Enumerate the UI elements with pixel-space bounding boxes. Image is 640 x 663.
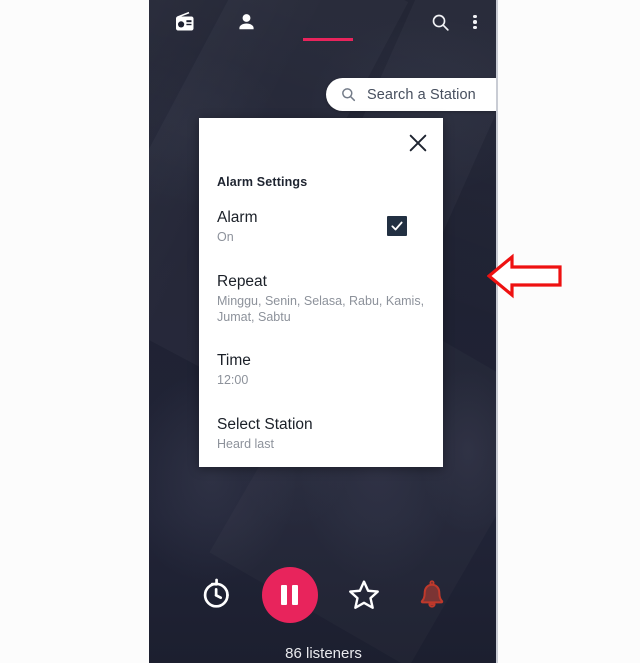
list-item[interactable]: Time 12:00 xyxy=(217,351,425,388)
active-tab-indicator xyxy=(303,38,353,41)
search-button[interactable] xyxy=(420,2,460,42)
history-icon xyxy=(203,578,229,608)
search-icon xyxy=(340,86,357,103)
setting-label: Select Station xyxy=(217,416,313,433)
pause-icon xyxy=(279,585,301,605)
alarm-button[interactable] xyxy=(406,569,458,621)
alarm-settings-dialog: Alarm Settings Alarm On Repeat Minggu, S… xyxy=(199,118,443,467)
setting-value: Minggu, Senin, Selasa, Rabu, Kamis, Juma… xyxy=(217,294,425,324)
person-icon xyxy=(238,13,254,29)
favorite-button[interactable] xyxy=(338,569,390,621)
player-controls xyxy=(149,560,496,630)
search-bar-container: Search a Station xyxy=(326,78,496,111)
close-icon xyxy=(409,134,427,152)
play-pause-button[interactable] xyxy=(261,567,318,623)
close-button[interactable] xyxy=(401,126,435,160)
left-arrow-annotation xyxy=(487,253,562,299)
page-canvas: Search a Station Alarm Settings Alarm On xyxy=(0,0,640,663)
list-item[interactable]: Select Station Heard last xyxy=(217,415,425,452)
more-vertical-icon xyxy=(473,13,477,32)
search-input[interactable]: Search a Station xyxy=(326,78,496,111)
sidebar-item-profile[interactable] xyxy=(225,2,267,42)
setting-label: Repeat xyxy=(217,273,267,290)
page-title: Alarm Settings xyxy=(217,175,308,189)
list-item[interactable]: Repeat Minggu, Senin, Selasa, Rabu, Kami… xyxy=(217,272,425,325)
setting-value: 12:00 xyxy=(217,373,249,387)
search-icon xyxy=(432,14,449,31)
history-button[interactable] xyxy=(190,569,242,621)
setting-label: Time xyxy=(217,352,251,369)
alarm-enabled-checkbox[interactable] xyxy=(387,216,407,236)
star-outline-icon xyxy=(348,580,379,609)
phone-screen: Search a Station Alarm Settings Alarm On xyxy=(149,0,498,663)
bell-icon xyxy=(420,580,443,608)
setting-value: Heard last xyxy=(217,437,274,451)
listener-count: 86 listeners xyxy=(285,645,362,662)
search-placeholder-text: Search a Station xyxy=(367,86,476,103)
check-icon xyxy=(391,221,403,231)
sidebar-item-radio[interactable] xyxy=(163,2,205,42)
overflow-menu-button[interactable] xyxy=(460,2,490,42)
radio-icon xyxy=(176,11,194,31)
